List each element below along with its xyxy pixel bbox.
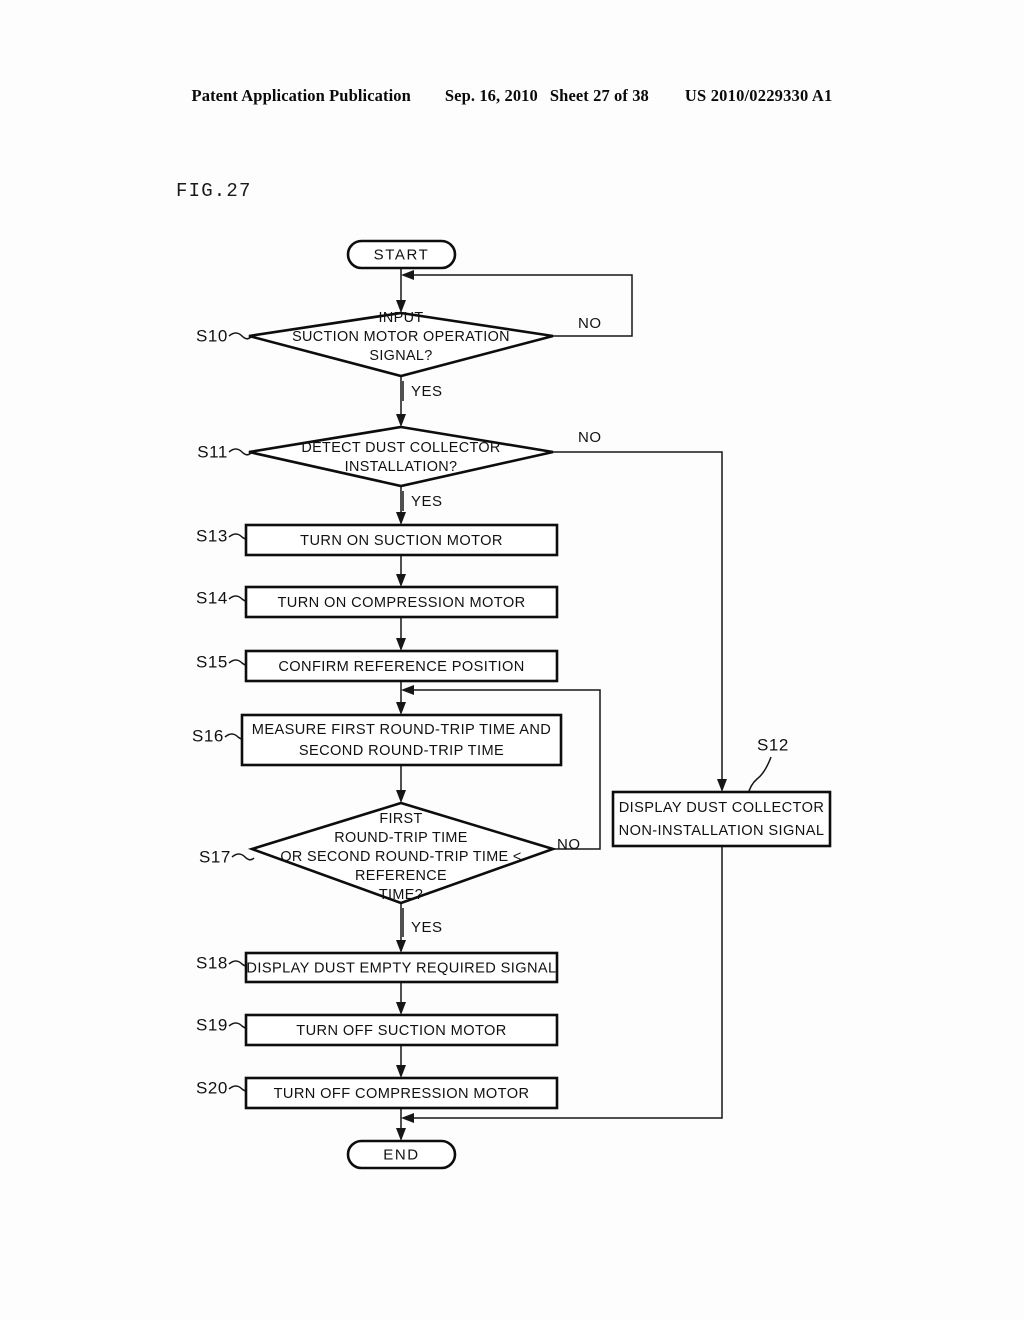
node-s16-line-1: MEASURE FIRST ROUND-TRIP TIME AND [252, 722, 551, 738]
edge-s11-yes-to-s13 [396, 486, 406, 525]
node-s17-line-5: TIME? [379, 887, 423, 903]
node-start-label: START [374, 246, 430, 263]
node-s11-line-1: DETECT DUST COLLECTOR [301, 440, 500, 456]
edge-s18-to-s19 [396, 982, 406, 1015]
node-s17-line-3: OR SECOND ROUND-TRIP TIME < [280, 849, 521, 865]
node-s20-step: S20 [196, 1078, 228, 1097]
edge-s13-to-s14 [396, 555, 406, 587]
branch-label-s11-yes: YES [411, 493, 443, 510]
node-s14-step: S14 [196, 588, 228, 607]
node-s10: INPUT SUCTION MOTOR OPERATION SIGNAL? S1… [196, 310, 554, 378]
edge-s16-to-s17 [396, 765, 406, 803]
node-s17-line-2: ROUND-TRIP TIME [334, 830, 467, 846]
edge-s19-to-s20 [396, 1045, 406, 1078]
node-s19: TURN OFF SUCTION MOTOR S19 [196, 1013, 559, 1047]
node-s10-line-1: INPUT [379, 310, 424, 326]
node-s15-text: CONFIRM REFERENCE POSITION [278, 659, 524, 675]
node-s14-text: TURN ON COMPRESSION MOTOR [277, 595, 525, 611]
node-s19-step: S19 [196, 1015, 228, 1034]
node-s16-step: S16 [192, 726, 224, 745]
node-s17-line-1: FIRST [379, 811, 422, 827]
node-s13-step: S13 [196, 526, 228, 545]
edge-s10-yes-to-s11 [396, 376, 406, 427]
edge-s14-to-s15 [396, 617, 406, 651]
node-s16-line-2: SECOND ROUND-TRIP TIME [299, 743, 504, 759]
node-end: END [346, 1139, 457, 1170]
node-s18-step: S18 [196, 953, 228, 972]
node-s13: TURN ON SUCTION MOTOR S13 [196, 523, 559, 557]
node-s12-line-2: NON-INSTALLATION SIGNAL [619, 823, 825, 839]
node-s11: DETECT DUST COLLECTOR INSTALLATION? S11 [197, 425, 554, 488]
branch-label-s17-no: NO [557, 836, 581, 853]
node-s18-text: DISPLAY DUST EMPTY REQUIRED SIGNAL [246, 960, 556, 976]
node-end-label: END [383, 1146, 419, 1163]
node-s15-step: S15 [196, 652, 228, 671]
node-s17-step: S17 [199, 847, 231, 866]
node-s12-line-1: DISPLAY DUST COLLECTOR [619, 800, 825, 816]
node-s13-text: TURN ON SUCTION MOTOR [300, 533, 503, 549]
node-s14: TURN ON COMPRESSION MOTOR S14 [196, 585, 559, 619]
node-s20: TURN OFF COMPRESSION MOTOR S20 [196, 1076, 559, 1110]
node-s11-line-2: INSTALLATION? [345, 459, 458, 475]
node-s10-line-3: SIGNAL? [369, 348, 432, 364]
branch-label-s11-no: NO [578, 429, 602, 446]
node-s15: CONFIRM REFERENCE POSITION S15 [196, 649, 559, 683]
flowchart-diagram: START INPUT SUCTION MOTOR OPERATION SIGN… [192, 239, 832, 1170]
node-start: START [346, 239, 457, 270]
node-s19-text: TURN OFF SUCTION MOTOR [296, 1023, 506, 1039]
edge-s20-to-end [396, 1108, 406, 1141]
node-s17: FIRST ROUND-TRIP TIME OR SECOND ROUND-TR… [199, 801, 558, 905]
node-s10-line-2: SUCTION MOTOR OPERATION [292, 329, 510, 345]
branch-label-s10-no: NO [578, 315, 602, 332]
node-s17-line-4: REFERENCE [355, 868, 447, 884]
node-s16: MEASURE FIRST ROUND-TRIP TIME AND SECOND… [192, 713, 563, 767]
node-s11-step: S11 [197, 442, 228, 461]
branch-label-s17-yes: YES [411, 919, 443, 936]
node-s12-step: S12 [757, 735, 789, 754]
edge-s17-yes-to-s18 [396, 903, 406, 953]
patent-drawing-page: Patent Application Publication Sep. 16, … [0, 0, 1024, 1320]
node-s18: DISPLAY DUST EMPTY REQUIRED SIGNAL S18 [196, 951, 559, 984]
edge-s15-to-s16 [396, 681, 406, 715]
branch-label-s10-yes: YES [411, 383, 443, 400]
node-s20-text: TURN OFF COMPRESSION MOTOR [274, 1086, 530, 1102]
node-s10-step: S10 [196, 326, 228, 345]
edge-s11-no-to-s12 [553, 451, 727, 792]
